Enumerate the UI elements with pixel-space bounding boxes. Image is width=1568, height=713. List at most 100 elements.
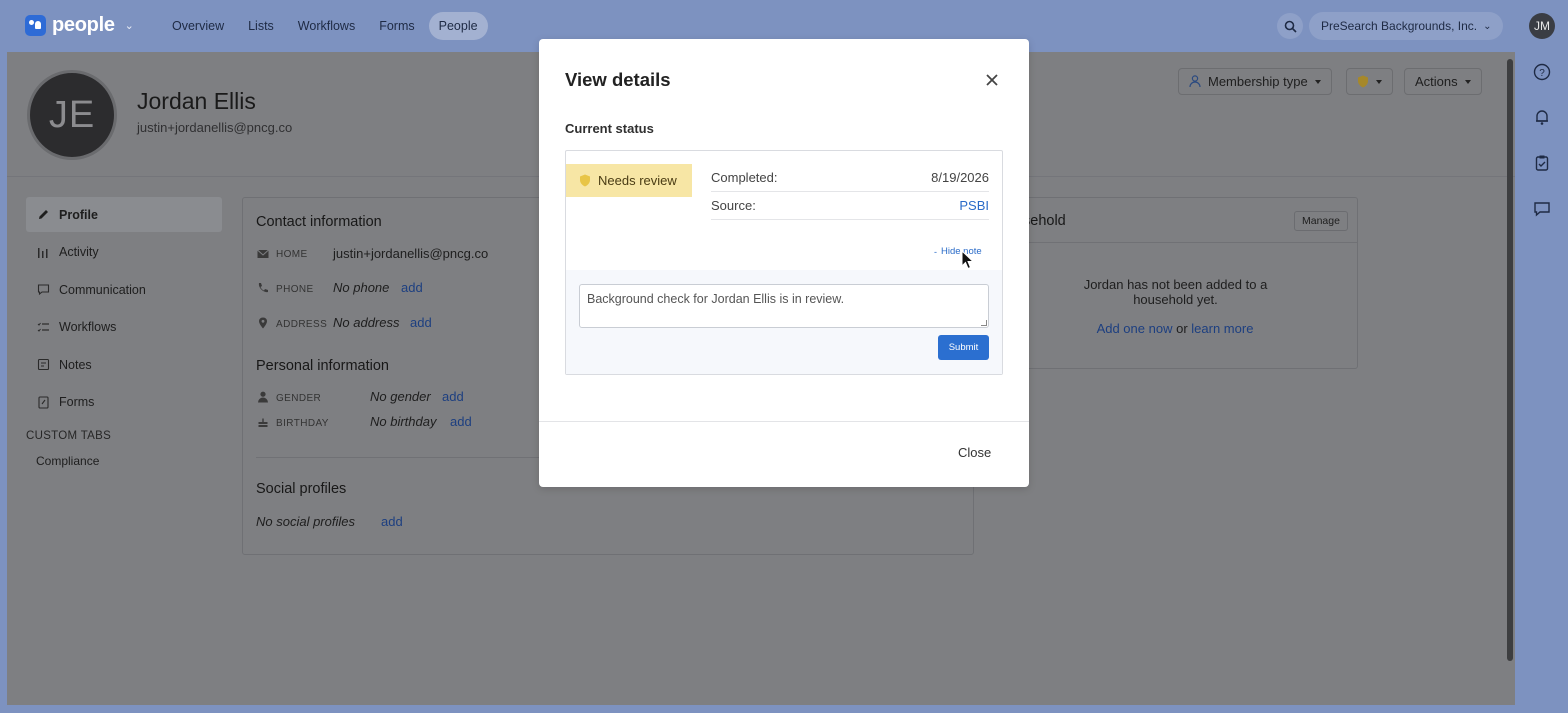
source-row: Source: PSBI <box>711 192 989 220</box>
pencil-icon <box>39 210 48 219</box>
close-button[interactable]: Close <box>958 445 991 460</box>
actions-label: Actions <box>1415 74 1458 89</box>
main-nav: Overview Lists Workflows Forms People <box>162 12 488 40</box>
sidebar-item-compliance[interactable]: Compliance <box>26 454 222 468</box>
sidebar-item-label: Profile <box>59 207 98 222</box>
phone-icon <box>258 283 268 293</box>
chat-icon <box>37 284 50 296</box>
sidebar-item-activity[interactable]: Activity <box>26 235 222 270</box>
sidebar-item-label: Communication <box>59 282 146 297</box>
sidebar-item-label: Activity <box>59 245 99 259</box>
note-section: Background check for Jordan Ellis is in … <box>566 270 1002 374</box>
envelope-icon <box>257 249 269 258</box>
view-details-modal: View details Current status Needs review… <box>539 39 1029 487</box>
sidebar-item-workflows[interactable]: Workflows <box>26 310 222 345</box>
add-household-link[interactable]: Add one now <box>1097 321 1173 336</box>
phone-value: No phone <box>333 280 390 295</box>
shield-icon <box>1358 75 1368 88</box>
mouse-cursor-icon <box>961 250 975 270</box>
user-avatar[interactable]: JM <box>1529 13 1555 39</box>
caret-down-icon <box>1464 79 1471 84</box>
caret-down-icon <box>1314 79 1321 84</box>
minus-icon: - <box>934 246 937 257</box>
source-label: Source: <box>711 198 756 213</box>
household-divider <box>993 242 1357 243</box>
profile-sidenav: Profile Activity Communication Workflows… <box>26 197 222 468</box>
actions-dropdown[interactable]: Actions <box>1404 68 1482 95</box>
membership-type-dropdown[interactable]: Membership type <box>1178 68 1332 95</box>
app-switcher[interactable]: people ⌄ <box>25 14 134 37</box>
home-label: HOME <box>276 249 308 260</box>
organization-selector[interactable]: PreSearch Backgrounds, Inc. ⌄ <box>1309 12 1504 40</box>
add-birthday-link[interactable]: add <box>450 414 472 429</box>
home-email-value: justin+jordanellis@pncg.co <box>333 246 489 261</box>
add-phone-link[interactable]: add <box>401 280 423 295</box>
source-link[interactable]: PSBI <box>959 198 989 213</box>
personal-info-title: Personal information <box>256 358 389 374</box>
nav-overview[interactable]: Overview <box>162 12 234 40</box>
address-value: No address <box>333 315 400 330</box>
manage-household-button[interactable]: Manage <box>1294 211 1348 231</box>
birthday-label: BIRTHDAY <box>276 418 329 429</box>
modal-footer-divider <box>539 421 1029 422</box>
add-social-link[interactable]: add <box>381 514 403 529</box>
chevron-down-icon: ⌄ <box>124 20 134 32</box>
chevron-down-icon: ⌄ <box>1483 20 1492 32</box>
person-icon <box>1189 75 1201 88</box>
nav-workflows[interactable]: Workflows <box>288 12 365 40</box>
gender-label: GENDER <box>276 393 322 404</box>
right-utility-strip: ? <box>1516 52 1568 713</box>
status-label: Needs review <box>598 173 677 188</box>
social-profiles-title: Social profiles <box>256 481 347 497</box>
nav-lists[interactable]: Lists <box>238 12 284 40</box>
household-card: sehold Manage Jordan has not been added … <box>992 197 1358 369</box>
submit-button[interactable]: Submit <box>938 335 989 360</box>
sidebar-item-notes[interactable]: Notes <box>26 347 222 382</box>
current-status-heading: Current status <box>565 121 654 136</box>
sidebar-item-forms[interactable]: Forms <box>26 385 222 420</box>
page-scrollbar[interactable] <box>1507 59 1513 661</box>
completed-row: Completed: 8/19/2026 <box>711 164 989 192</box>
close-icon[interactable] <box>984 72 1000 88</box>
household-title: sehold <box>1023 213 1066 229</box>
app-name: people <box>52 14 115 36</box>
learn-more-link[interactable]: learn more <box>1191 321 1253 336</box>
person-avatar[interactable]: JE <box>27 70 117 160</box>
people-logo-icon <box>25 15 46 36</box>
address-label: ADDRESS <box>276 319 328 330</box>
person-icon <box>258 391 268 403</box>
shield-icon <box>580 174 590 187</box>
caret-down-icon <box>1376 79 1382 84</box>
note-textarea[interactable]: Background check for Jordan Ellis is in … <box>579 284 989 328</box>
person-name: Jordan Ellis <box>137 88 256 114</box>
checklist-icon <box>37 322 49 332</box>
sidebar-item-profile[interactable]: Profile <box>26 197 222 232</box>
membership-type-label: Membership type <box>1208 74 1308 89</box>
nav-forms[interactable]: Forms <box>369 12 424 40</box>
bar-chart-icon <box>38 247 48 258</box>
add-gender-link[interactable]: add <box>442 389 464 404</box>
search-button[interactable] <box>1277 13 1303 39</box>
bell-icon[interactable] <box>1533 108 1551 126</box>
household-empty-text: Jordan has not been added to a household… <box>1083 277 1268 307</box>
sidebar-item-communication[interactable]: Communication <box>26 272 222 307</box>
household-add-row: Add one now or learn more <box>993 321 1357 336</box>
svg-text:?: ? <box>1539 68 1545 79</box>
completed-value: 8/19/2026 <box>931 170 989 185</box>
sidebar-item-label: Notes <box>59 357 92 372</box>
contact-info-title: Contact information <box>256 214 382 230</box>
help-icon[interactable]: ? <box>1533 63 1551 81</box>
organization-name: PreSearch Backgrounds, Inc. <box>1321 19 1478 33</box>
nav-people[interactable]: People <box>428 12 488 40</box>
clipboard-check-icon[interactable] <box>1533 154 1551 172</box>
social-profiles-value: No social profiles <box>256 514 355 529</box>
form-icon <box>38 395 49 409</box>
status-panel: Needs review Completed: 8/19/2026 Source… <box>565 150 1003 375</box>
birthday-value: No birthday <box>370 414 437 429</box>
sidebar-item-label: Forms <box>59 395 95 409</box>
add-address-link[interactable]: add <box>410 315 432 330</box>
modal-title: View details <box>565 69 671 90</box>
status-shield-dropdown[interactable] <box>1346 68 1393 95</box>
message-icon[interactable] <box>1533 200 1551 218</box>
resize-handle[interactable] <box>981 320 987 326</box>
